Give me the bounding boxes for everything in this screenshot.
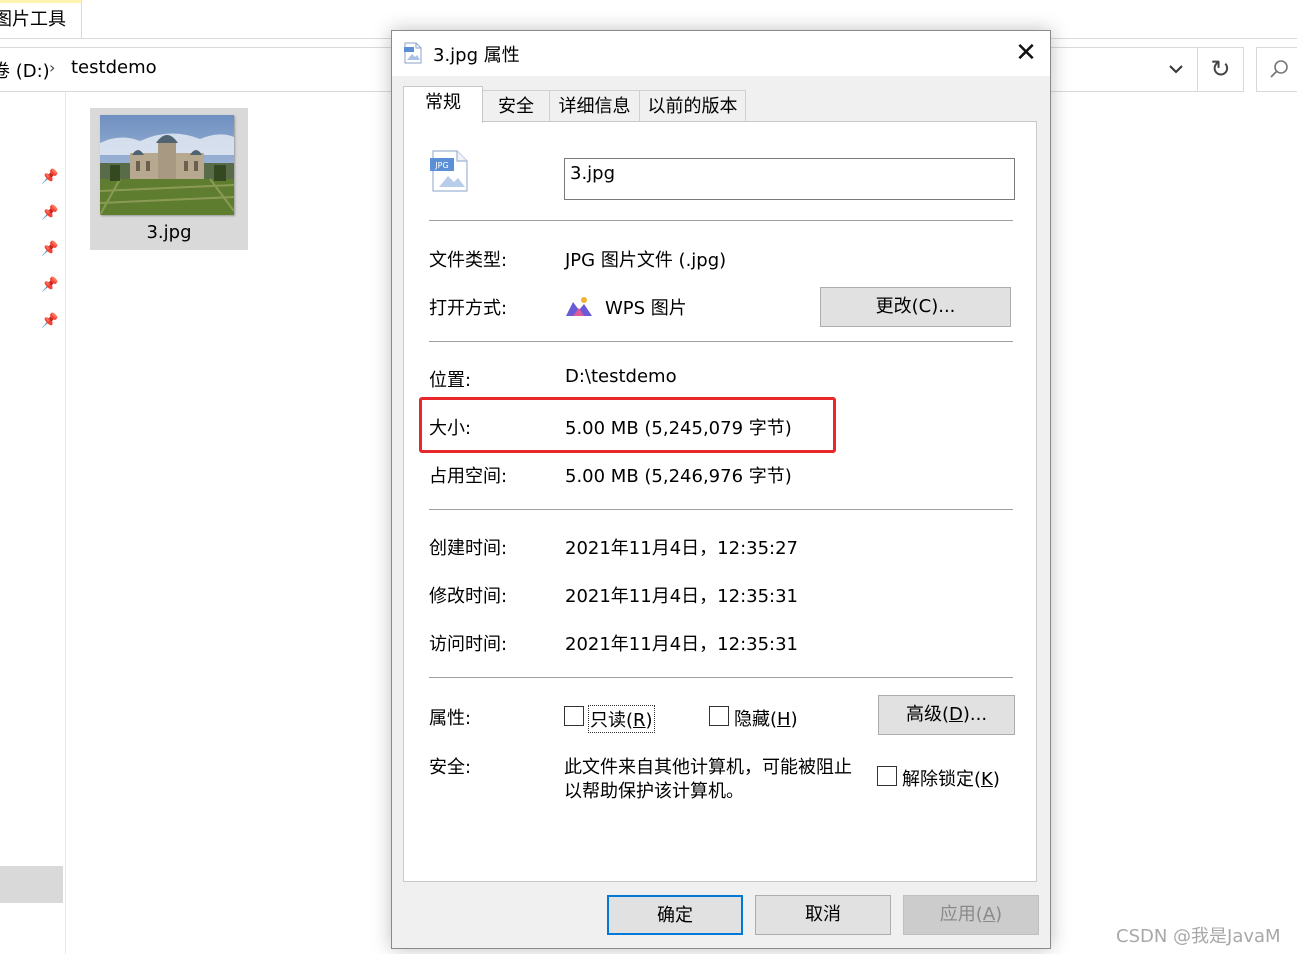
close-button[interactable]: ✕ xyxy=(1004,35,1048,73)
attributes-label: 属性: xyxy=(429,708,472,729)
refresh-icon: ↻ xyxy=(1210,55,1231,83)
change-button[interactable]: 更改(C)... xyxy=(820,287,1011,327)
advanced-button[interactable]: 高级(D)... xyxy=(878,695,1015,735)
separator xyxy=(429,220,1013,221)
refresh-button[interactable]: ↻ xyxy=(1198,47,1244,92)
close-icon: ✕ xyxy=(1015,38,1037,68)
address-dropdown-chevron-down-icon[interactable] xyxy=(1163,55,1189,85)
apply-button[interactable]: 应用(A) xyxy=(903,895,1039,935)
security-message-line2: 以帮助保护该计算机。 xyxy=(564,781,744,802)
pin-icon: 📌 xyxy=(41,313,59,329)
ok-button[interactable]: 确定 xyxy=(607,895,743,935)
jpg-badge-text: JPG xyxy=(434,161,448,170)
file-type-value: JPG 图片文件 (.jpg) xyxy=(565,250,727,271)
security-label: 安全: xyxy=(429,757,472,778)
search-box[interactable] xyxy=(1256,47,1297,92)
open-with-value: WPS 图片 xyxy=(605,298,687,319)
security-message-line1: 此文件来自其他计算机，可能被阻止 xyxy=(564,757,852,778)
tab-details[interactable]: 详细信息 xyxy=(549,90,640,122)
pin-icon: 📌 xyxy=(41,277,59,293)
created-value: 2021年11月4日，12:35:27 xyxy=(565,538,799,559)
modified-value: 2021年11月4日，12:35:31 xyxy=(565,586,799,607)
accessed-value: 2021年11月4日，12:35:31 xyxy=(565,634,799,655)
general-tab-panel: JPG 3.jpg 文件类型: JPG 图片文件 (.jpg) 打开方式: WP… xyxy=(403,121,1037,882)
size-highlight-annotation xyxy=(419,397,836,453)
address-segment-drive[interactable]: 卷 (D:) xyxy=(0,57,50,83)
unblock-checkbox-label[interactable]: 解除锁定(K) xyxy=(902,765,1000,791)
separator xyxy=(429,677,1013,678)
separator xyxy=(429,509,1013,510)
size-on-disk-label: 占用空间: xyxy=(429,466,508,487)
watermark-text: CSDN @我是JavaM xyxy=(1116,926,1281,947)
separator xyxy=(429,341,1013,342)
readonly-checkbox-label[interactable]: 只读(R) xyxy=(588,705,655,733)
ribbon-tab-picture-tools[interactable]: 图片工具 xyxy=(0,0,82,38)
file-name-label: 3.jpg xyxy=(146,222,192,243)
file-type-label: 文件类型: xyxy=(429,250,508,271)
image-file-icon xyxy=(404,42,422,64)
location-value: D:\testdemo xyxy=(565,366,677,387)
unblock-checkbox[interactable] xyxy=(877,766,897,786)
cancel-button[interactable]: 取消 xyxy=(755,895,891,935)
tab-previous-versions[interactable]: 以前的版本 xyxy=(639,90,746,122)
pin-icon: 📌 xyxy=(41,241,59,257)
tab-general[interactable]: 常规 xyxy=(403,86,483,123)
image-thumbnail xyxy=(100,115,234,215)
tab-security[interactable]: 安全 xyxy=(482,90,550,122)
wps-picture-icon xyxy=(566,297,592,316)
properties-dialog: 3.jpg 属性 ✕ 常规 安全 详细信息 以前的版本 JPG 3.jpg 文件… xyxy=(391,30,1051,949)
nav-item-selected[interactable] xyxy=(0,866,63,903)
search-icon xyxy=(1269,60,1288,78)
created-label: 创建时间: xyxy=(429,538,508,559)
pin-icon: 📌 xyxy=(41,169,59,185)
address-segment-folder[interactable]: testdemo xyxy=(71,57,157,78)
dialog-title: 3.jpg 属性 xyxy=(433,45,520,66)
location-label: 位置: xyxy=(429,370,472,391)
pin-icon: 📌 xyxy=(41,205,59,221)
hidden-checkbox[interactable] xyxy=(709,706,729,726)
file-name-input[interactable]: 3.jpg xyxy=(564,158,1015,200)
dialog-titlebar[interactable]: 3.jpg 属性 ✕ xyxy=(392,31,1050,76)
address-chevron-icon[interactable]: › xyxy=(49,58,55,77)
accessed-label: 访问时间: xyxy=(429,634,508,655)
hidden-checkbox-label[interactable]: 隐藏(H) xyxy=(734,705,798,731)
readonly-checkbox[interactable] xyxy=(564,706,584,726)
open-with-label: 打开方式: xyxy=(429,298,508,319)
size-on-disk-value: 5.00 MB (5,246,976 字节) xyxy=(565,466,792,487)
modified-label: 修改时间: xyxy=(429,586,508,607)
jpg-file-icon: JPG xyxy=(429,149,471,193)
